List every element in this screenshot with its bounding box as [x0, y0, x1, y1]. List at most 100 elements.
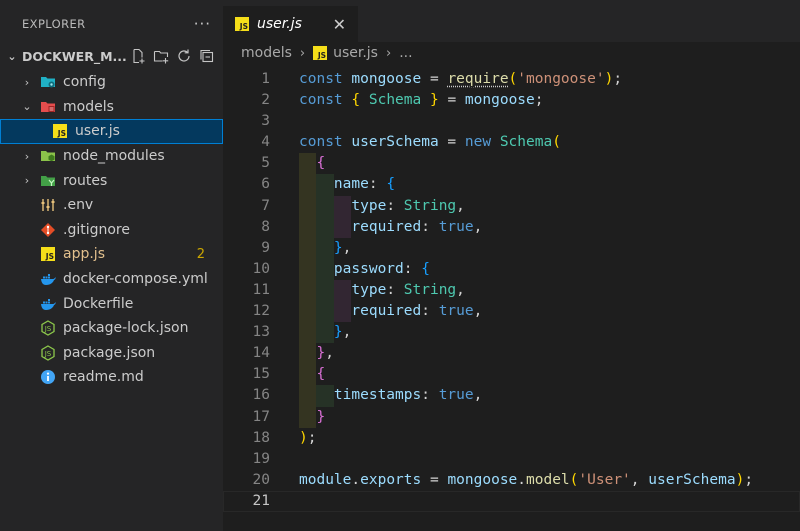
- code-line[interactable]: 20 module.exports = mongoose.model('User'…: [223, 470, 800, 491]
- breadcrumb-file[interactable]: user.js: [333, 45, 378, 61]
- explorer-header: EXPLORER ···: [0, 6, 223, 42]
- tab-user-js[interactable]: JS user.js ✕: [223, 6, 358, 42]
- code-token: 'mongoose': [517, 71, 605, 87]
- collapse-all-icon[interactable]: [198, 48, 215, 65]
- code-line[interactable]: 10 password: {: [223, 258, 800, 280]
- code-line[interactable]: 9 },: [223, 237, 800, 259]
- code-text: }: [299, 406, 325, 428]
- tree-file-gitignore[interactable]: .gitignore: [0, 218, 223, 243]
- code-line[interactable]: 1 const mongoose = require('mongoose');: [223, 69, 800, 90]
- tree-file-docker-compose[interactable]: docker-compose.yml: [0, 267, 223, 292]
- tree-file-package-lock[interactable]: JS package-lock.json: [0, 316, 223, 341]
- code-token: true: [438, 387, 474, 404]
- new-file-icon[interactable]: [129, 48, 146, 65]
- code-text: const mongoose = require('mongoose');: [299, 69, 622, 90]
- code-line[interactable]: 13 },: [223, 322, 800, 344]
- ellipsis-icon[interactable]: ···: [194, 15, 211, 33]
- code-text: required: true,: [299, 216, 482, 238]
- folder-node-icon: [40, 148, 56, 164]
- tree-item-label: package-lock.json: [63, 320, 189, 337]
- code-token: {: [316, 155, 326, 172]
- line-number: 21: [252, 492, 270, 509]
- code-token: mongoose: [351, 71, 422, 87]
- tab-bar: JS user.js ✕: [223, 6, 800, 42]
- tree-file-dockerfile[interactable]: Dockerfile: [0, 291, 223, 316]
- tree-item-label: Dockerfile: [63, 295, 134, 312]
- code-line[interactable]: 14 },: [223, 343, 800, 365]
- chevron-right-icon: ›: [299, 45, 306, 61]
- tree-item-label: node_modules: [63, 148, 165, 165]
- tree-folder-models[interactable]: ⌄ models: [0, 95, 223, 120]
- code-text: {: [299, 153, 326, 175]
- code-line[interactable]: 12 required: true,: [223, 301, 800, 323]
- code-token: model: [526, 471, 570, 488]
- code-area[interactable]: 1 const mongoose = require('mongoose'); 2 c…: [223, 69, 800, 512]
- breadcrumb-symbols[interactable]: ...: [399, 45, 412, 61]
- code-line[interactable]: 17 }: [223, 406, 800, 428]
- code-line[interactable]: 8 required: true,: [223, 216, 800, 238]
- code-line[interactable]: 5 {: [223, 153, 800, 175]
- code-token: ,: [473, 387, 483, 404]
- line-number: 20: [252, 471, 270, 488]
- code-token: {: [316, 366, 326, 383]
- line-number: 12: [252, 303, 270, 320]
- code-line[interactable]: 4 const userSchema = new Schema(: [223, 132, 800, 153]
- code-text: type: String,: [299, 279, 465, 302]
- explorer-sidebar: EXPLORER ··· ⌄ DOCKWER_M... › config ⌄ m…: [0, 6, 223, 531]
- code-text: },: [299, 237, 351, 259]
- line-number: 1: [261, 71, 270, 87]
- env-icon: [40, 197, 56, 213]
- code-token: ;: [744, 471, 754, 488]
- info-icon: [40, 369, 56, 385]
- svg-text:JS: JS: [44, 325, 52, 333]
- code-text: password: {: [299, 258, 430, 280]
- code-line[interactable]: 15 {: [223, 364, 800, 386]
- tree-file-package-json[interactable]: JS package.json: [0, 341, 223, 366]
- tree-file-env[interactable]: .env: [0, 193, 223, 218]
- code-token: .: [351, 471, 361, 488]
- tree-item-label: app.js: [63, 246, 105, 263]
- tree-item-label: .gitignore: [63, 221, 130, 238]
- js-file-icon: JS: [52, 123, 68, 139]
- tree-folder-routes[interactable]: › routes: [0, 168, 223, 193]
- chevron-right-icon: ›: [24, 149, 30, 163]
- tree-file-readme[interactable]: readme.md: [0, 365, 223, 390]
- code-line[interactable]: 18);: [223, 428, 800, 449]
- code-line[interactable]: 7 type: String,: [223, 195, 800, 217]
- code-token: type: [351, 197, 387, 214]
- code-line[interactable]: 11 type: String,: [223, 279, 800, 302]
- code-text: name: {: [299, 174, 396, 196]
- close-icon[interactable]: ✕: [333, 15, 346, 34]
- line-number: 6: [261, 176, 270, 193]
- code-line[interactable]: 6 name: {: [223, 174, 800, 196]
- refresh-icon[interactable]: [175, 48, 192, 65]
- breadcrumb-folder[interactable]: models: [241, 45, 292, 61]
- line-number: 15: [252, 366, 270, 383]
- code-token: :: [403, 260, 422, 277]
- editor-pane: JS user.js ✕ models › JS user.js › ... 1…: [223, 6, 800, 531]
- code-line[interactable]: 2 const { Schema } = mongoose;: [223, 90, 800, 111]
- tree-folder-config[interactable]: › config: [0, 70, 223, 95]
- code-token: :: [421, 303, 439, 320]
- code-token: {: [386, 176, 396, 193]
- code-line[interactable]: 19: [223, 449, 800, 470]
- git-icon: [40, 222, 56, 238]
- code-line[interactable]: 16 timestamps: true,: [223, 385, 800, 407]
- code-token: mongoose: [464, 92, 535, 109]
- line-number: 10: [252, 260, 270, 277]
- tree-file-user-js[interactable]: JS user.js: [0, 119, 223, 144]
- code-token: const: [299, 92, 352, 109]
- tree-item-label: package.json: [63, 344, 156, 361]
- tree-folder-node-modules[interactable]: › node_modules: [0, 144, 223, 169]
- line-number: 8: [261, 218, 270, 235]
- line-number: 3: [261, 113, 270, 130]
- code-line[interactable]: 21: [223, 490, 800, 512]
- code-token: }: [333, 239, 343, 256]
- code-token: password: [333, 260, 404, 277]
- code-line[interactable]: 3: [223, 111, 800, 132]
- project-root[interactable]: ⌄ DOCKWER_M...: [0, 42, 223, 70]
- new-folder-icon[interactable]: [152, 48, 169, 65]
- tree-file-app-js[interactable]: JS app.js 2: [0, 242, 223, 267]
